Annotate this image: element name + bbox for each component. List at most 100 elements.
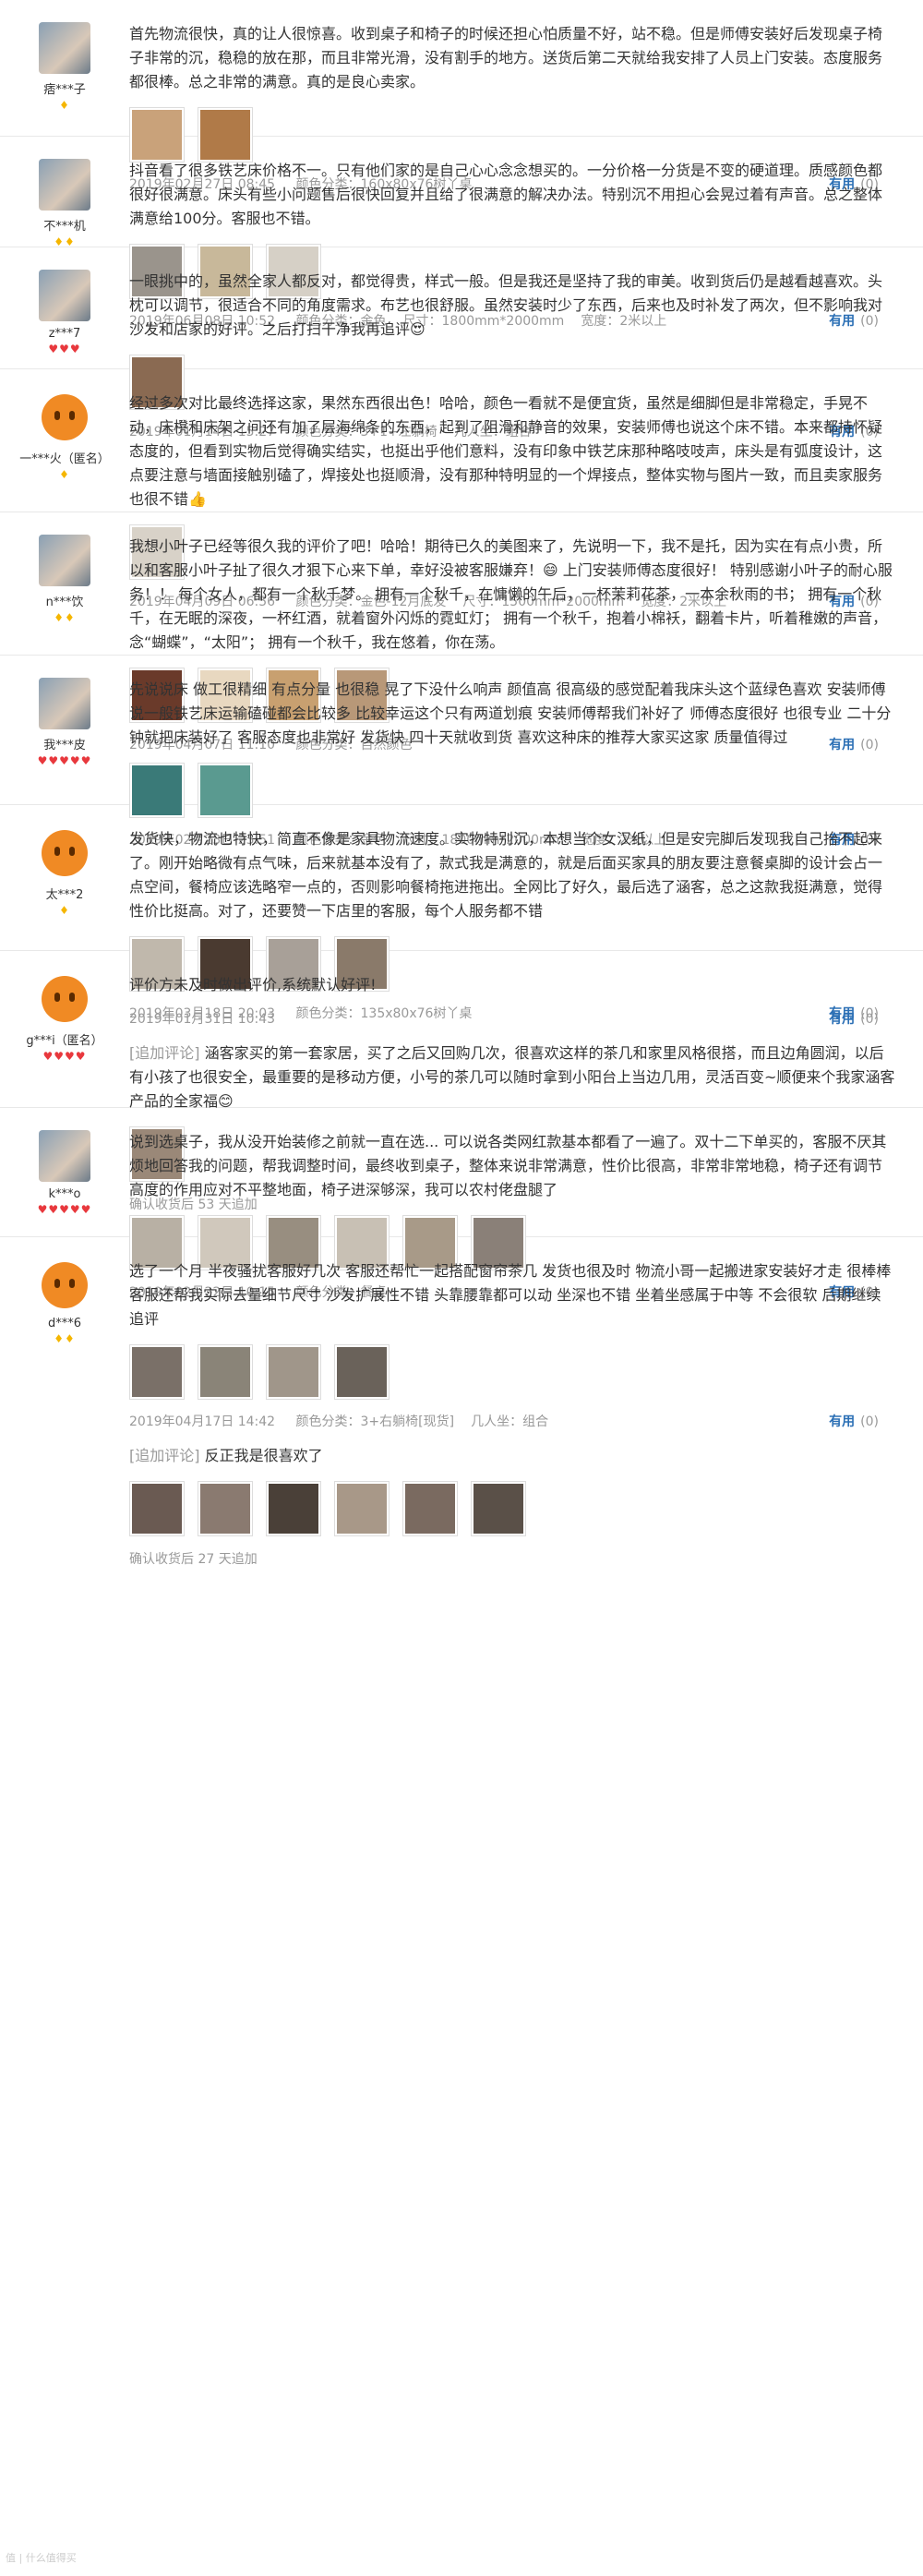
review-photo-thumbnail[interactable] [198, 1481, 253, 1536]
review-item: 我***皮 ♥♥♥♥♥ 先说说床 做工很精细 有点分量 也很稳 晃了下没什么响声… [0, 656, 923, 848]
review-spec: 几人坐：组合 [471, 1414, 549, 1429]
append-photos [129, 1481, 895, 1536]
review-content: 选了一个月 半夜骚扰客服好几次 客服还帮忙一起搭配窗帘茶几 发货也很及时 物流小… [129, 1259, 895, 1568]
avatar[interactable] [39, 1259, 90, 1311]
review-text: 发货快，物流也特快，简直不像是家具物流速度。实物特别沉，本想当个女汉纸，但是安完… [129, 830, 883, 920]
reviewer-info: 一***火（匿名） ♦ [0, 369, 129, 481]
photo-image [405, 1484, 455, 1534]
useful-button[interactable]: 有用 [829, 1414, 855, 1429]
review-text: 经过多次对比最终选择这家，果然东西很出色！哈哈，颜色一看就不是便宜货，虽然是细脚… [129, 394, 883, 508]
review-photo-thumbnail[interactable] [266, 1481, 321, 1536]
reviewer-info: 不***机 ♦♦ [0, 137, 129, 248]
review-photo-thumbnail[interactable] [266, 1344, 321, 1400]
append-meta: 确认收货后 27 天追加 [129, 1552, 258, 1567]
review-photo-thumbnail[interactable] [471, 1481, 526, 1536]
reviewer-info: k***o ♥♥♥♥♥ [0, 1108, 129, 1216]
photo-image [337, 1347, 387, 1397]
reviewer-name: 我***皮 [43, 739, 86, 752]
appended-review-text: [追加评论] 反正我是很喜欢了 [129, 1444, 895, 1468]
reviewer-level-icon: ♥♥♥ [48, 343, 81, 355]
avatar[interactable] [39, 535, 90, 586]
reviewer-name: 太***2 [45, 888, 84, 902]
reviewer-level-icon: ♥♥♥♥♥ [37, 754, 92, 767]
useful-count: (0) [860, 1414, 879, 1429]
reviewer-info: 我***皮 ♥♥♥♥♥ [0, 656, 129, 767]
review-item: k***o ♥♥♥♥♥ 说到选桌子，我从没开始装修之前就一直在选... 可以说各… [0, 1108, 923, 1300]
photo-image [269, 1484, 318, 1534]
review-spec: 颜色分类：3+右躺椅[现货] [295, 1414, 455, 1429]
reviewer-name: z***7 [48, 327, 81, 341]
photo-image [269, 1347, 318, 1397]
reviewer-info: d***6 ♦♦ [0, 1237, 129, 1345]
review-text: 首先物流很快，真的让人很惊喜。收到桌子和椅子的时候还担心怕质量不好，站不稳。但是… [129, 25, 883, 90]
review-photo-thumbnail[interactable] [198, 1344, 253, 1400]
append-text: 涵客家买的第一套家居，买了之后又回购几次，很喜欢这样的茶几和家里风格很搭，而且边… [129, 1044, 895, 1110]
reviewer-name: g***i（匿名） [26, 1034, 103, 1048]
avatar[interactable] [39, 22, 90, 74]
review-item: 不***机 ♦♦ 抖音看了很多铁艺床价格不一。只有他们家的是自己心心念念想买的。… [0, 137, 923, 329]
review-text: 说到选桌子，我从没开始装修之前就一直在选... 可以说各类网红款基本都看了一遍了… [129, 1133, 887, 1198]
photo-image [132, 1484, 182, 1534]
reviewer-name: 不***机 [43, 220, 86, 234]
review-item: d***6 ♦♦ 选了一个月 半夜骚扰客服好几次 客服还帮忙一起搭配窗帘茶几 发… [0, 1237, 923, 2576]
avatar[interactable] [39, 1130, 90, 1182]
appended-review: [追加评论] 反正我是很喜欢了 确认收货后 27 天追加 [129, 1444, 895, 1568]
reviewer-level-icon: ♦ [59, 468, 70, 481]
anonymous-avatar-icon [42, 976, 88, 1022]
review-photo-thumbnail[interactable] [334, 1344, 390, 1400]
review-item: n***饮 ♦♦ 我想小叶子已经等很久我的评价了吧！哈哈！期待已久的美图来了，先… [0, 512, 923, 752]
watermark: 值 | 什么值得买 [6, 2552, 77, 2564]
reviewer-name: n***饮 [45, 596, 84, 609]
review-date: 2019年04月17日 14:42 [129, 1414, 276, 1429]
review-item: 一***火（匿名） ♦ 经过多次对比最终选择这家，果然东西很出色！哈哈，颜色一看… [0, 369, 923, 609]
useful-vote[interactable]: 有用 (0) [829, 1413, 895, 1431]
append-tag: [追加评论] [129, 1044, 200, 1062]
reviewer-level-icon: ♦ [59, 99, 70, 112]
review-text: 评价方未及时做出评价,系统默认好评! [129, 976, 377, 993]
review-photo-thumbnail[interactable] [402, 1481, 458, 1536]
review-item: g***i（匿名） ♥♥♥♥ 评价方未及时做出评价,系统默认好评! 2019年0… [0, 951, 923, 1212]
review-text: 抖音看了很多铁艺床价格不一。只有他们家的是自己心心念念想买的。一分价格一分货是不… [129, 162, 883, 227]
append-text: 反正我是很喜欢了 [204, 1447, 323, 1464]
review-text: 先说说床 做工很精细 有点分量 也很稳 晃了下没什么响声 颜值高 很高级的感觉配… [129, 680, 892, 746]
avatar[interactable] [39, 270, 90, 321]
reviewer-info: 痞***子 ♦ [0, 0, 129, 112]
photo-image [132, 1347, 182, 1397]
avatar[interactable] [39, 678, 90, 729]
review-date: 2019年01月31日 10:43 [129, 1012, 276, 1027]
reviewer-level-icon: ♥♥♥♥ [42, 1050, 87, 1063]
photo-image [337, 1484, 387, 1534]
reviewer-info: z***7 ♥♥♥ [0, 247, 129, 355]
reviewer-level-icon: ♦♦ [54, 611, 76, 624]
anonymous-avatar-icon [42, 830, 88, 876]
review-photo-thumbnail[interactable] [129, 1481, 185, 1536]
append-tag: [追加评论] [129, 1447, 200, 1464]
review-item: 太***2 ♦ 发货快，物流也特快，简直不像是家具物流速度。实物特别沉，本想当个… [0, 805, 923, 1021]
reviewer-name: 痞***子 [43, 83, 86, 97]
reviewer-name: 一***火（匿名） [19, 452, 110, 466]
reviewer-name: d***6 [47, 1317, 82, 1330]
avatar[interactable] [39, 827, 90, 879]
anonymous-avatar-icon [42, 394, 88, 440]
reviewer-level-icon: ♥♥♥♥♥ [37, 1203, 92, 1216]
useful-vote[interactable]: 有用 (0) [829, 1010, 895, 1029]
review-text: 我想小叶子已经等很久我的评价了吧！哈哈！期待已久的美图来了，先说明一下，我不是托… [129, 537, 893, 651]
reviewer-level-icon: ♦ [59, 904, 70, 917]
reviewer-level-icon: ♦♦ [54, 235, 76, 248]
reviewer-info: 太***2 ♦ [0, 805, 129, 917]
avatar[interactable] [39, 973, 90, 1025]
review-photos [129, 1344, 895, 1400]
photo-image [200, 1484, 250, 1534]
useful-button[interactable]: 有用 [829, 1012, 855, 1027]
reviewer-info: n***饮 ♦♦ [0, 512, 129, 624]
avatar[interactable] [39, 159, 90, 211]
photo-image [473, 1484, 523, 1534]
review-text: 选了一个月 半夜骚扰客服好几次 客服还帮忙一起搭配窗帘茶几 发货也很及时 物流小… [129, 1262, 892, 1328]
review-item: z***7 ♥♥♥ 一眼挑中的，虽然全家人都反对，都觉得贵，样式一般。但是我还是… [0, 247, 923, 439]
review-meta: 2019年04月17日 14:42 颜色分类：3+右躺椅[现货] 几人坐：组合 有… [129, 1413, 895, 1431]
reviewer-level-icon: ♦♦ [54, 1332, 76, 1345]
avatar[interactable] [39, 391, 90, 443]
review-photo-thumbnail[interactable] [129, 1344, 185, 1400]
review-photo-thumbnail[interactable] [334, 1481, 390, 1536]
appended-review-text: [追加评论] 涵客家买的第一套家居，买了之后又回购几次，很喜欢这样的茶几和家里风… [129, 1041, 895, 1113]
